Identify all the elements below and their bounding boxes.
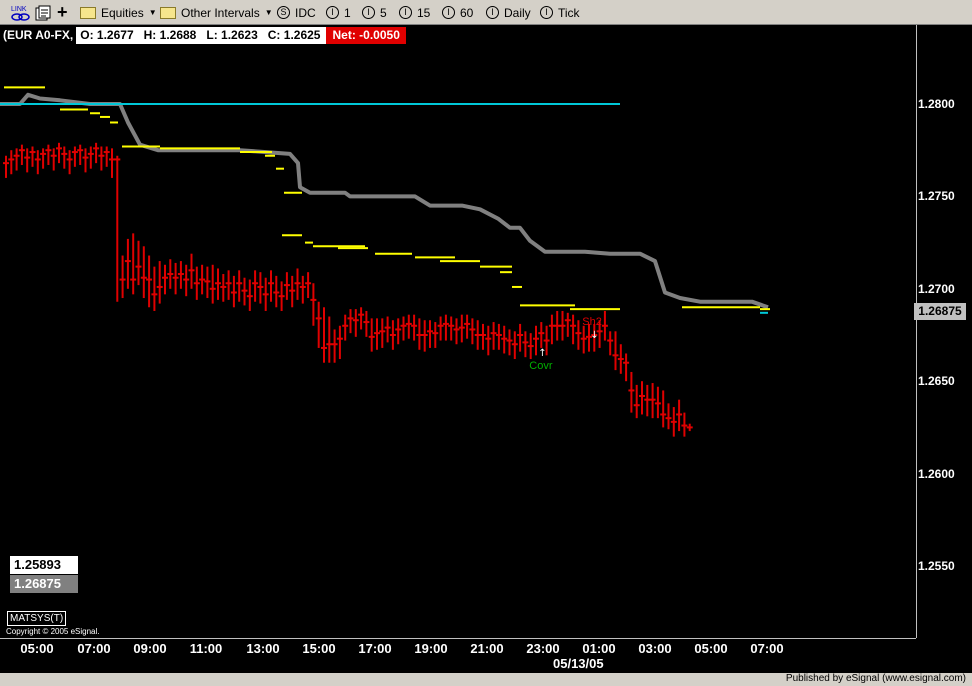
toolbar-other-intervals-label: Other Intervals bbox=[181, 5, 260, 20]
add-icon[interactable]: + bbox=[57, 0, 68, 25]
toolbar-interval-1-label: 1 bbox=[344, 5, 351, 20]
chart-plot: ↑Covr Sh2 ↓ bbox=[0, 86, 770, 437]
x-tick-label: 07:00 bbox=[77, 641, 111, 656]
current-price-marker: 1.26875 bbox=[914, 303, 966, 320]
high-label: H: bbox=[143, 28, 157, 42]
low-value: 1.2623 bbox=[221, 28, 258, 42]
net-label: Net: bbox=[332, 28, 356, 42]
toolbar-equities[interactable]: Equities ▼ bbox=[80, 0, 157, 25]
net-value: -0.0050 bbox=[359, 28, 400, 42]
interval-icon: I bbox=[362, 6, 375, 19]
toolbar-daily-label: Daily bbox=[504, 5, 531, 20]
symbol-icon: S bbox=[277, 6, 290, 19]
toolbar-tick[interactable]: I Tick bbox=[540, 0, 580, 25]
y-tick-label: 1.2650 bbox=[918, 374, 955, 389]
toolbar-interval-1[interactable]: I1 bbox=[326, 0, 351, 25]
short-signal-label: Sh2 bbox=[582, 316, 602, 328]
y-tick-label: 1.2700 bbox=[918, 281, 955, 296]
low-label: L: bbox=[206, 28, 218, 42]
x-tick-label: 09:00 bbox=[133, 641, 167, 656]
stop-line bbox=[0, 92, 769, 310]
study-label[interactable]: MATSYS(T) bbox=[7, 611, 67, 626]
close-value: 1.2625 bbox=[283, 28, 321, 42]
y-tick-label: 1.2750 bbox=[918, 189, 955, 204]
x-tick-label: 17:00 bbox=[358, 641, 392, 656]
dropdown-arrow-icon: ▼ bbox=[148, 8, 157, 17]
short-arrow-icon: ↓ bbox=[590, 330, 598, 341]
x-tick-label: 11:00 bbox=[189, 641, 223, 656]
x-tick-label: 13:00 bbox=[246, 641, 280, 656]
date-label: 05/13/05 bbox=[553, 656, 604, 671]
toolbar-daily[interactable]: I Daily bbox=[486, 0, 531, 25]
folder-icon bbox=[80, 6, 96, 19]
toolbar-interval-15[interactable]: I 15 bbox=[399, 0, 430, 25]
cover-arrow-icon: ↑ bbox=[538, 348, 546, 359]
toolbar-interval-15-label: 15 bbox=[417, 5, 431, 20]
interval-icon: I bbox=[486, 6, 499, 19]
footer: Published by eSignal (www.esignal.com) bbox=[0, 673, 972, 686]
chart-area[interactable]: ↑ Covr Sh2 ↓ bbox=[0, 25, 916, 638]
y-tick-label: 1.2550 bbox=[918, 559, 955, 573]
svg-text:LINK: LINK bbox=[11, 6, 27, 13]
x-tick-label: 23:00 bbox=[526, 641, 560, 656]
price-axis[interactable] bbox=[916, 25, 972, 638]
toolbar-idc[interactable]: S IDC bbox=[277, 0, 316, 25]
toolbar-equities-label: Equities bbox=[101, 5, 144, 20]
toolbar-interval-5-label: 5 bbox=[380, 5, 387, 20]
open-label: O: bbox=[80, 28, 94, 42]
x-tick-label: 07:00 bbox=[750, 641, 784, 656]
high-value: 1.2688 bbox=[159, 28, 197, 42]
properties-icon[interactable] bbox=[35, 0, 51, 25]
cover-signal-label: Covr bbox=[529, 360, 553, 372]
x-tick-label: 03:00 bbox=[638, 641, 672, 656]
x-tick-label: 01:00 bbox=[582, 641, 616, 656]
axis-corner bbox=[916, 638, 972, 673]
ohlc-header: (EUR A0-FX, O: 1.2677 H: 1.2688 L: 1.262… bbox=[0, 27, 406, 44]
folder-icon bbox=[160, 6, 176, 19]
toolbar-interval-60-label: 60 bbox=[460, 5, 474, 20]
link-icon[interactable]: LINK bbox=[10, 0, 32, 25]
toolbar-idc-label: IDC bbox=[295, 5, 316, 20]
open-value: 1.2677 bbox=[96, 28, 134, 42]
y-tick-label: 1.2600 bbox=[918, 466, 955, 481]
interval-icon: I bbox=[540, 6, 553, 19]
toolbar-interval-5[interactable]: I5 bbox=[362, 0, 387, 25]
x-tick-label: 15:00 bbox=[302, 641, 336, 656]
symbol-label[interactable]: (EUR A0-FX, bbox=[0, 27, 77, 44]
value-box-2: 1.26875 bbox=[10, 575, 78, 593]
x-tick-label: 19:00 bbox=[414, 641, 448, 656]
interval-icon: I bbox=[442, 6, 455, 19]
net-change: Net: -0.0050 bbox=[326, 27, 406, 44]
dropdown-arrow-icon: ▼ bbox=[264, 8, 273, 17]
y-tick-label: 1.2800 bbox=[918, 97, 955, 111]
interval-icon: I bbox=[399, 6, 412, 19]
copyright-text: Copyright © 2005 eSignal. bbox=[6, 627, 100, 636]
value-box-1: 1.25893 bbox=[10, 556, 78, 574]
toolbar-tick-label: Tick bbox=[558, 5, 580, 20]
footer-text: Published by eSignal (www.esignal.com) bbox=[785, 673, 966, 684]
toolbar: LINK + Equities ▼ Other Intervals ▼ S IDC I… bbox=[0, 0, 972, 25]
x-tick-label: 05:00 bbox=[20, 641, 54, 656]
ohlc-values: O: 1.2677 H: 1.2688 L: 1.2623 C: 1.2625 bbox=[76, 27, 327, 44]
toolbar-interval-60[interactable]: I 60 bbox=[442, 0, 473, 25]
toolbar-other-intervals[interactable]: Other Intervals ▼ bbox=[160, 0, 273, 25]
interval-icon: I bbox=[326, 6, 339, 19]
close-label: C: bbox=[267, 28, 281, 42]
x-tick-label: 21:00 bbox=[470, 641, 504, 656]
x-tick-label: 05:00 bbox=[694, 641, 728, 656]
